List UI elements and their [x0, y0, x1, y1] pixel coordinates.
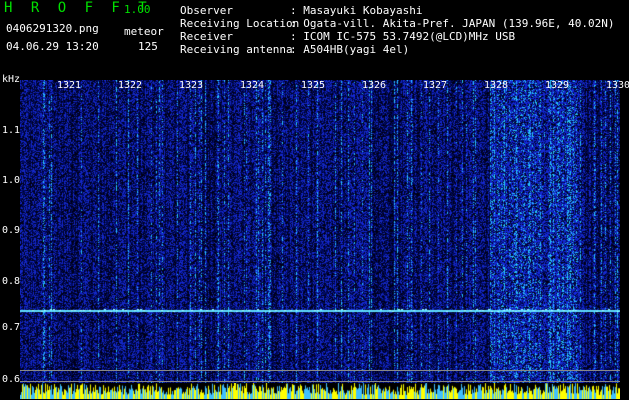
divider-upper	[20, 370, 620, 371]
spectrogram	[20, 80, 620, 398]
x-tick-label: 1321	[57, 80, 82, 91]
y-tick-label: 1.1	[2, 125, 21, 136]
location-value: : Ogata-vill. Akita-Pref. JAPAN (139.96E…	[290, 17, 615, 30]
x-tick-label: 1326	[362, 80, 387, 91]
x-tick-label: 1324	[240, 80, 265, 91]
antenna-label: Receiving antenna	[180, 43, 293, 56]
y-tick-label: 1.0	[2, 175, 21, 186]
y-tick-label: 0.9	[2, 225, 21, 236]
meteor-label: meteor	[124, 25, 164, 38]
x-tick-label: 1327	[423, 80, 448, 91]
app-version: 1.00	[124, 3, 151, 16]
y-tick-label: 0.7	[2, 322, 21, 333]
spectrogram-canvas	[20, 80, 620, 398]
hrofft-window: H R O F F T 1.00 0406291320.png meteor 0…	[0, 0, 629, 400]
observer-value: : Masayuki Kobayashi	[290, 4, 423, 17]
y-axis-unit: kHz	[2, 74, 21, 85]
meteor-count: 125	[138, 40, 158, 53]
receiver-value: : ICOM IC-575 53.7492(@LCD)MHz USB	[290, 30, 516, 43]
x-tick-label: 1325	[301, 80, 326, 91]
antenna-value: : A504HB(yagi 4el)	[290, 43, 410, 56]
y-tick-label: 0.8	[2, 276, 21, 287]
x-tick-label: 1328	[484, 80, 509, 91]
file-datetime: 04.06.29 13:20	[6, 40, 99, 53]
location-label: Receiving Location	[180, 17, 300, 30]
divider-lower	[20, 381, 620, 382]
x-tick-label: 1329	[545, 80, 570, 91]
meteor-count-histogram	[20, 383, 620, 399]
y-tick-label: 0.6	[2, 374, 21, 385]
file-name: 0406291320.png	[6, 22, 99, 35]
x-tick-label: 1322	[118, 80, 143, 91]
x-tick-label: 1323	[179, 80, 204, 91]
x-tick-label: 1330	[606, 80, 629, 91]
receiver-label: Receiver	[180, 30, 233, 43]
observer-label: Observer	[180, 4, 233, 17]
